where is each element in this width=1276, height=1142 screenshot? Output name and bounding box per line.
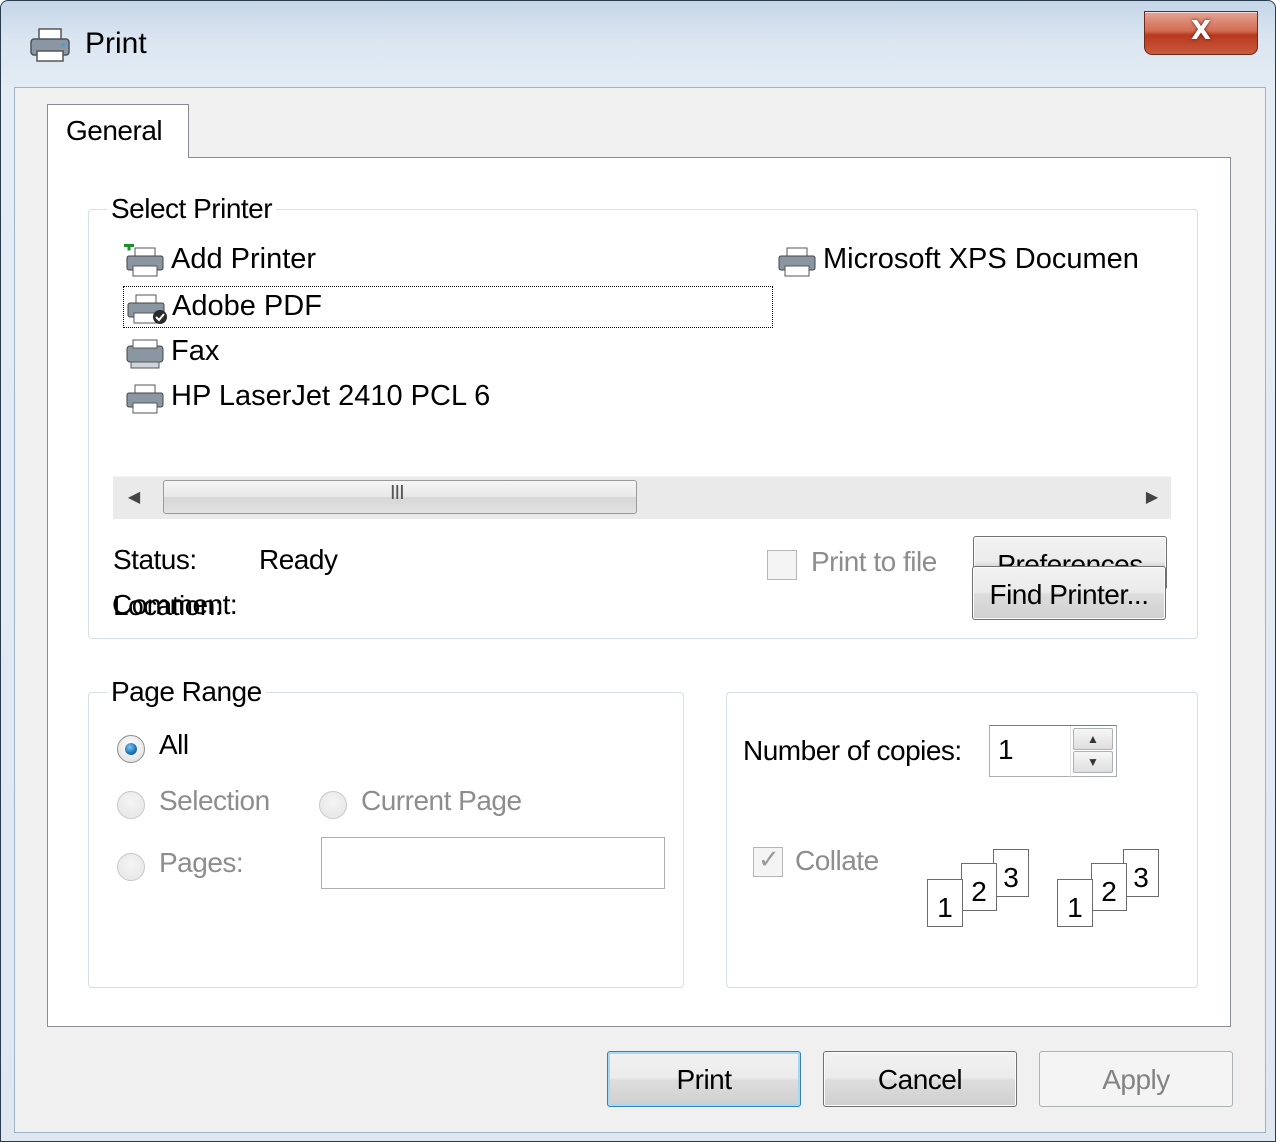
status-label: Status: [113,544,197,575]
scrollbar-thumb[interactable]: III [163,480,637,514]
printer-label: HP LaserJet 2410 PCL 6 [171,380,491,412]
collate-page-1: 1 [1057,879,1093,927]
printer-list-scrollbar[interactable]: ◀ III ▶ [113,476,1171,519]
scroll-left-arrow-icon[interactable]: ◀ [119,485,149,511]
fax-icon [126,339,164,369]
tab-general[interactable]: General [47,104,189,158]
radio-all-label: All [159,729,189,760]
page-range-group: Page Range All Selection Current Page Pa… [88,676,684,988]
printer-icon [778,247,816,277]
default-printer-icon [127,294,167,324]
copies-input[interactable]: 1 ▲ ▼ [989,725,1117,778]
radio-pages[interactable] [117,853,145,881]
printer-icon [126,384,164,414]
print-to-file-checkbox[interactable] [767,550,797,580]
check-icon: ✓ [758,845,780,875]
tab-panel-general: Select Printer Add Printer Adobe PDF Fax… [47,157,1231,1027]
close-button[interactable]: X [1144,11,1258,55]
spin-up-icon[interactable]: ▲ [1073,728,1113,750]
printer-item-add-printer[interactable]: Add Printer [123,240,763,280]
printer-label: Adobe PDF [172,290,322,322]
radio-pages-label: Pages: [159,847,244,878]
find-printer-button[interactable]: Find Printer... [972,566,1166,620]
close-icon: X [1190,16,1212,46]
radio-selection[interactable] [117,791,145,819]
number-of-copies-label: Number of copies: [743,735,962,766]
radio-current-page[interactable] [319,791,347,819]
print-to-file-label: Print to file [811,546,937,577]
cancel-button[interactable]: Cancel [823,1051,1017,1107]
copies-group: Number of copies: 1 ▲ ▼ ✓ Collate 3 2 1 [726,692,1198,988]
print-dialog: Print X General Select Printer Add Print… [0,0,1276,1142]
collate-page-3: 3 [993,849,1029,897]
printer-icon [30,28,70,62]
spin-down-icon[interactable]: ▼ [1073,751,1113,773]
pages-input[interactable] [321,837,665,889]
apply-button[interactable]: Apply [1039,1051,1233,1107]
status-value: Ready [259,544,338,575]
copies-spinner[interactable]: ▲ ▼ [1070,726,1116,778]
printer-label: Microsoft XPS Documen [823,243,1139,275]
printer-label: Add Printer [171,243,317,275]
find-printer-label: Find Printer... [989,579,1149,610]
tab-general-label: General [66,115,163,146]
printer-label: Fax [171,335,220,367]
collate-checkbox[interactable]: ✓ [753,845,783,877]
copies-value: 1 [998,734,1014,765]
printer-item-fax[interactable]: Fax [123,332,423,372]
printer-item-adobe-pdf[interactable]: Adobe PDF [123,286,773,328]
print-button-label: Print [676,1064,732,1095]
printer-item-hp-laserjet[interactable]: HP LaserJet 2410 PCL 6 [123,377,583,417]
window-title: Print [85,27,147,60]
collate-page-1: 1 [927,879,963,927]
printer-item-microsoft-xps[interactable]: Microsoft XPS Documen [775,240,1173,280]
radio-current-page-label: Current Page [361,785,522,816]
scroll-right-arrow-icon[interactable]: ▶ [1137,485,1167,511]
radio-selection-label: Selection [159,785,270,816]
collate-page-3: 3 [1123,849,1159,897]
collate-label: Collate [795,845,879,876]
radio-all[interactable] [117,735,145,763]
collate-page-2: 2 [1091,863,1127,911]
scrollbar-grip-icon: III [390,482,405,504]
apply-button-label: Apply [1102,1064,1170,1095]
page-range-title: Page Range [107,676,266,708]
collate-illustration: 3 2 1 3 2 1 [927,849,1177,949]
select-printer-title: Select Printer [107,193,277,225]
print-button[interactable]: Print [607,1051,801,1107]
title-bar: Print X [1,1,1275,87]
cancel-button-label: Cancel [877,1064,963,1095]
dialog-client-area: General Select Printer Add Printer Adobe… [14,87,1266,1133]
add-printer-icon [124,244,164,277]
comment-label: Comment: [112,589,238,620]
collate-page-2: 2 [961,863,997,911]
